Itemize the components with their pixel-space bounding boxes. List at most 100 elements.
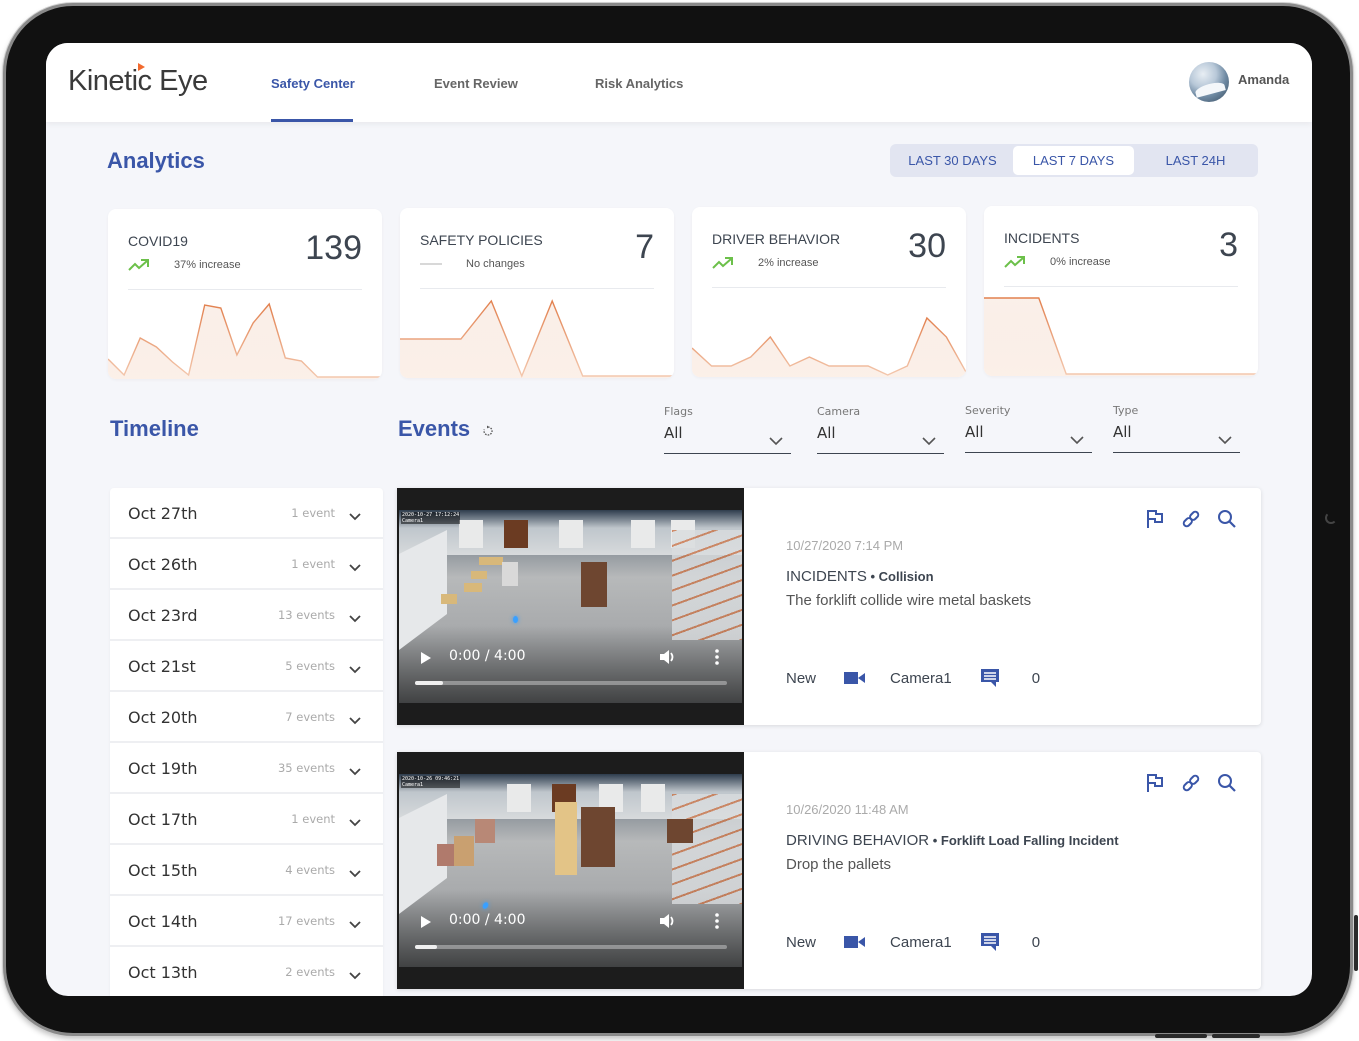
timeline-date: Oct 19th	[128, 759, 198, 778]
power-button	[1354, 915, 1358, 971]
event-camera[interactable]: Camera1	[844, 934, 952, 951]
stat-card-value: 7	[635, 228, 654, 266]
stat-card-trend-text: No changes	[466, 258, 525, 270]
stat-card-trend-text: 2% increase	[758, 257, 819, 269]
event-comments[interactable]: 0	[980, 668, 1040, 688]
stat-card-trend-text: 37% increase	[174, 259, 241, 271]
range-last-24h[interactable]: LAST 24H	[1135, 146, 1256, 175]
tab-event-review[interactable]: Event Review	[434, 76, 518, 91]
chevron-down-icon[interactable]	[349, 712, 361, 730]
volume-icon[interactable]	[659, 649, 677, 670]
event-comments[interactable]: 0	[980, 932, 1040, 952]
play-icon[interactable]	[421, 916, 431, 928]
filter-camera-select[interactable]: All	[817, 424, 944, 454]
event-card: 2020-10-26 09:46:21 Camera1 0:00 / 4:00 10/…	[397, 752, 1261, 989]
time-range-selector: LAST 30 DAYS LAST 7 DAYS LAST 24H	[890, 144, 1258, 177]
video-progress-fill	[415, 945, 437, 949]
event-subtype: Collision	[878, 569, 934, 584]
timeline-item[interactable]: Oct 20th 7 events	[110, 692, 383, 743]
timeline-item[interactable]: Oct 13th 2 events	[110, 947, 383, 996]
logo[interactable]: Kinetic Eye	[68, 63, 208, 98]
stat-card-driver-behavior[interactable]: DRIVER BEHAVIOR 2% increase 30	[692, 207, 966, 377]
timeline-event-count: 7 events	[285, 710, 335, 724]
timeline-date: Oct 27th	[128, 504, 198, 523]
timeline-date: Oct 20th	[128, 708, 198, 727]
event-video-player[interactable]: 2020-10-27 17:12:24 Camera1 0:00 / 4:00	[397, 488, 744, 725]
sparkline-chart	[692, 316, 966, 377]
video-controls: 0:00 / 4:00	[397, 643, 744, 703]
event-camera-name: Camera1	[890, 669, 952, 687]
timeline-date: Oct 13th	[128, 963, 198, 982]
chevron-down-icon[interactable]	[349, 865, 361, 883]
stat-card-covid19[interactable]: COVID19 37% increase 139	[108, 209, 382, 379]
trend-up-icon	[1004, 255, 1038, 269]
timeline-item[interactable]: Oct 17th 1 event	[110, 794, 383, 845]
stat-card-trend: 37% increase	[128, 258, 241, 272]
link-icon[interactable]	[1181, 508, 1203, 530]
event-description: The forklift collide wire metal baskets	[786, 592, 1032, 609]
flag-icon[interactable]	[1145, 772, 1167, 794]
timeline-list: Oct 27th 1 event Oct 26th 1 event Oct 23rd 13…	[110, 488, 383, 996]
stat-card-incidents[interactable]: INCIDENTS 0% increase 3	[984, 206, 1258, 376]
play-icon[interactable]	[421, 652, 431, 664]
filter-flags-select[interactable]: All	[664, 424, 791, 454]
timeline-item[interactable]: Oct 15th 4 events	[110, 845, 383, 896]
flag-icon[interactable]	[1145, 508, 1167, 530]
volume-up-button	[1155, 1034, 1207, 1038]
front-camera-icon	[1325, 512, 1337, 524]
search-icon[interactable]	[1217, 508, 1239, 530]
trend-flat-icon	[420, 257, 454, 271]
chevron-down-icon[interactable]	[349, 916, 361, 934]
timeline-date: Oct 21st	[128, 657, 196, 676]
more-options-icon[interactable]	[715, 648, 719, 671]
chevron-down-icon[interactable]	[349, 508, 361, 526]
filter-camera: Camera All	[817, 405, 944, 454]
event-meta: New Camera1 0	[786, 932, 1040, 952]
timeline-date: Oct 26th	[128, 555, 198, 574]
timeline-event-count: 4 events	[285, 863, 335, 877]
stat-card-title: SAFETY POLICIES	[420, 232, 543, 248]
chevron-down-icon[interactable]	[349, 814, 361, 832]
timeline-item[interactable]: Oct 23rd 13 events	[110, 590, 383, 641]
event-meta: New Camera1 0	[786, 668, 1040, 688]
chevron-down-icon[interactable]	[349, 967, 361, 985]
top-nav-bar: Kinetic Eye Safety Center Event Review R…	[46, 43, 1312, 122]
event-video-player[interactable]: 2020-10-26 09:46:21 Camera1 0:00 / 4:00	[397, 752, 744, 989]
event-separator: •	[866, 569, 879, 584]
user-avatar[interactable]	[1189, 62, 1229, 102]
filter-severity-select[interactable]: All	[965, 423, 1092, 454]
timeline-date: Oct 17th	[128, 810, 198, 829]
chevron-down-icon[interactable]	[349, 559, 361, 577]
search-icon[interactable]	[1217, 772, 1239, 794]
chevron-down-icon[interactable]	[349, 763, 361, 781]
volume-icon[interactable]	[659, 913, 677, 934]
event-category: DRIVING BEHAVIOR	[786, 832, 930, 849]
more-options-icon[interactable]	[715, 912, 719, 935]
range-last-30-days[interactable]: LAST 30 DAYS	[892, 146, 1013, 175]
filter-type-select[interactable]: All	[1113, 423, 1240, 454]
timeline-item[interactable]: Oct 19th 35 events	[110, 743, 383, 794]
event-subtype: Forklift Load Falling Incident	[940, 833, 1119, 848]
chevron-down-icon[interactable]	[349, 661, 361, 679]
video-progress-bar[interactable]	[415, 681, 727, 685]
timeline-item[interactable]: Oct 21st 5 events	[110, 641, 383, 692]
event-timestamp: 10/26/2020 11:48 AM	[786, 802, 909, 817]
sparkline-chart	[984, 297, 1258, 376]
event-camera[interactable]: Camera1	[844, 670, 952, 687]
range-last-7-days[interactable]: LAST 7 DAYS	[1013, 146, 1134, 175]
timeline-item[interactable]: Oct 26th 1 event	[110, 539, 383, 590]
chevron-down-icon[interactable]	[349, 610, 361, 628]
stat-card-safety-policies[interactable]: SAFETY POLICIES No changes 7	[400, 208, 674, 378]
filter-label: Flags	[664, 405, 693, 418]
timeline-event-count: 1 event	[291, 557, 335, 571]
link-icon[interactable]	[1181, 772, 1203, 794]
stat-card-trend: 0% increase	[1004, 255, 1111, 269]
refresh-icon[interactable]	[482, 425, 494, 437]
video-progress-bar[interactable]	[415, 945, 727, 949]
tab-risk-analytics[interactable]: Risk Analytics	[595, 76, 683, 91]
trend-up-icon	[712, 256, 746, 270]
timeline-item[interactable]: Oct 27th 1 event	[110, 488, 383, 539]
tab-safety-center[interactable]: Safety Center	[271, 76, 355, 91]
timeline-item[interactable]: Oct 14th 17 events	[110, 896, 383, 947]
user-name[interactable]: Amanda	[1238, 72, 1289, 87]
